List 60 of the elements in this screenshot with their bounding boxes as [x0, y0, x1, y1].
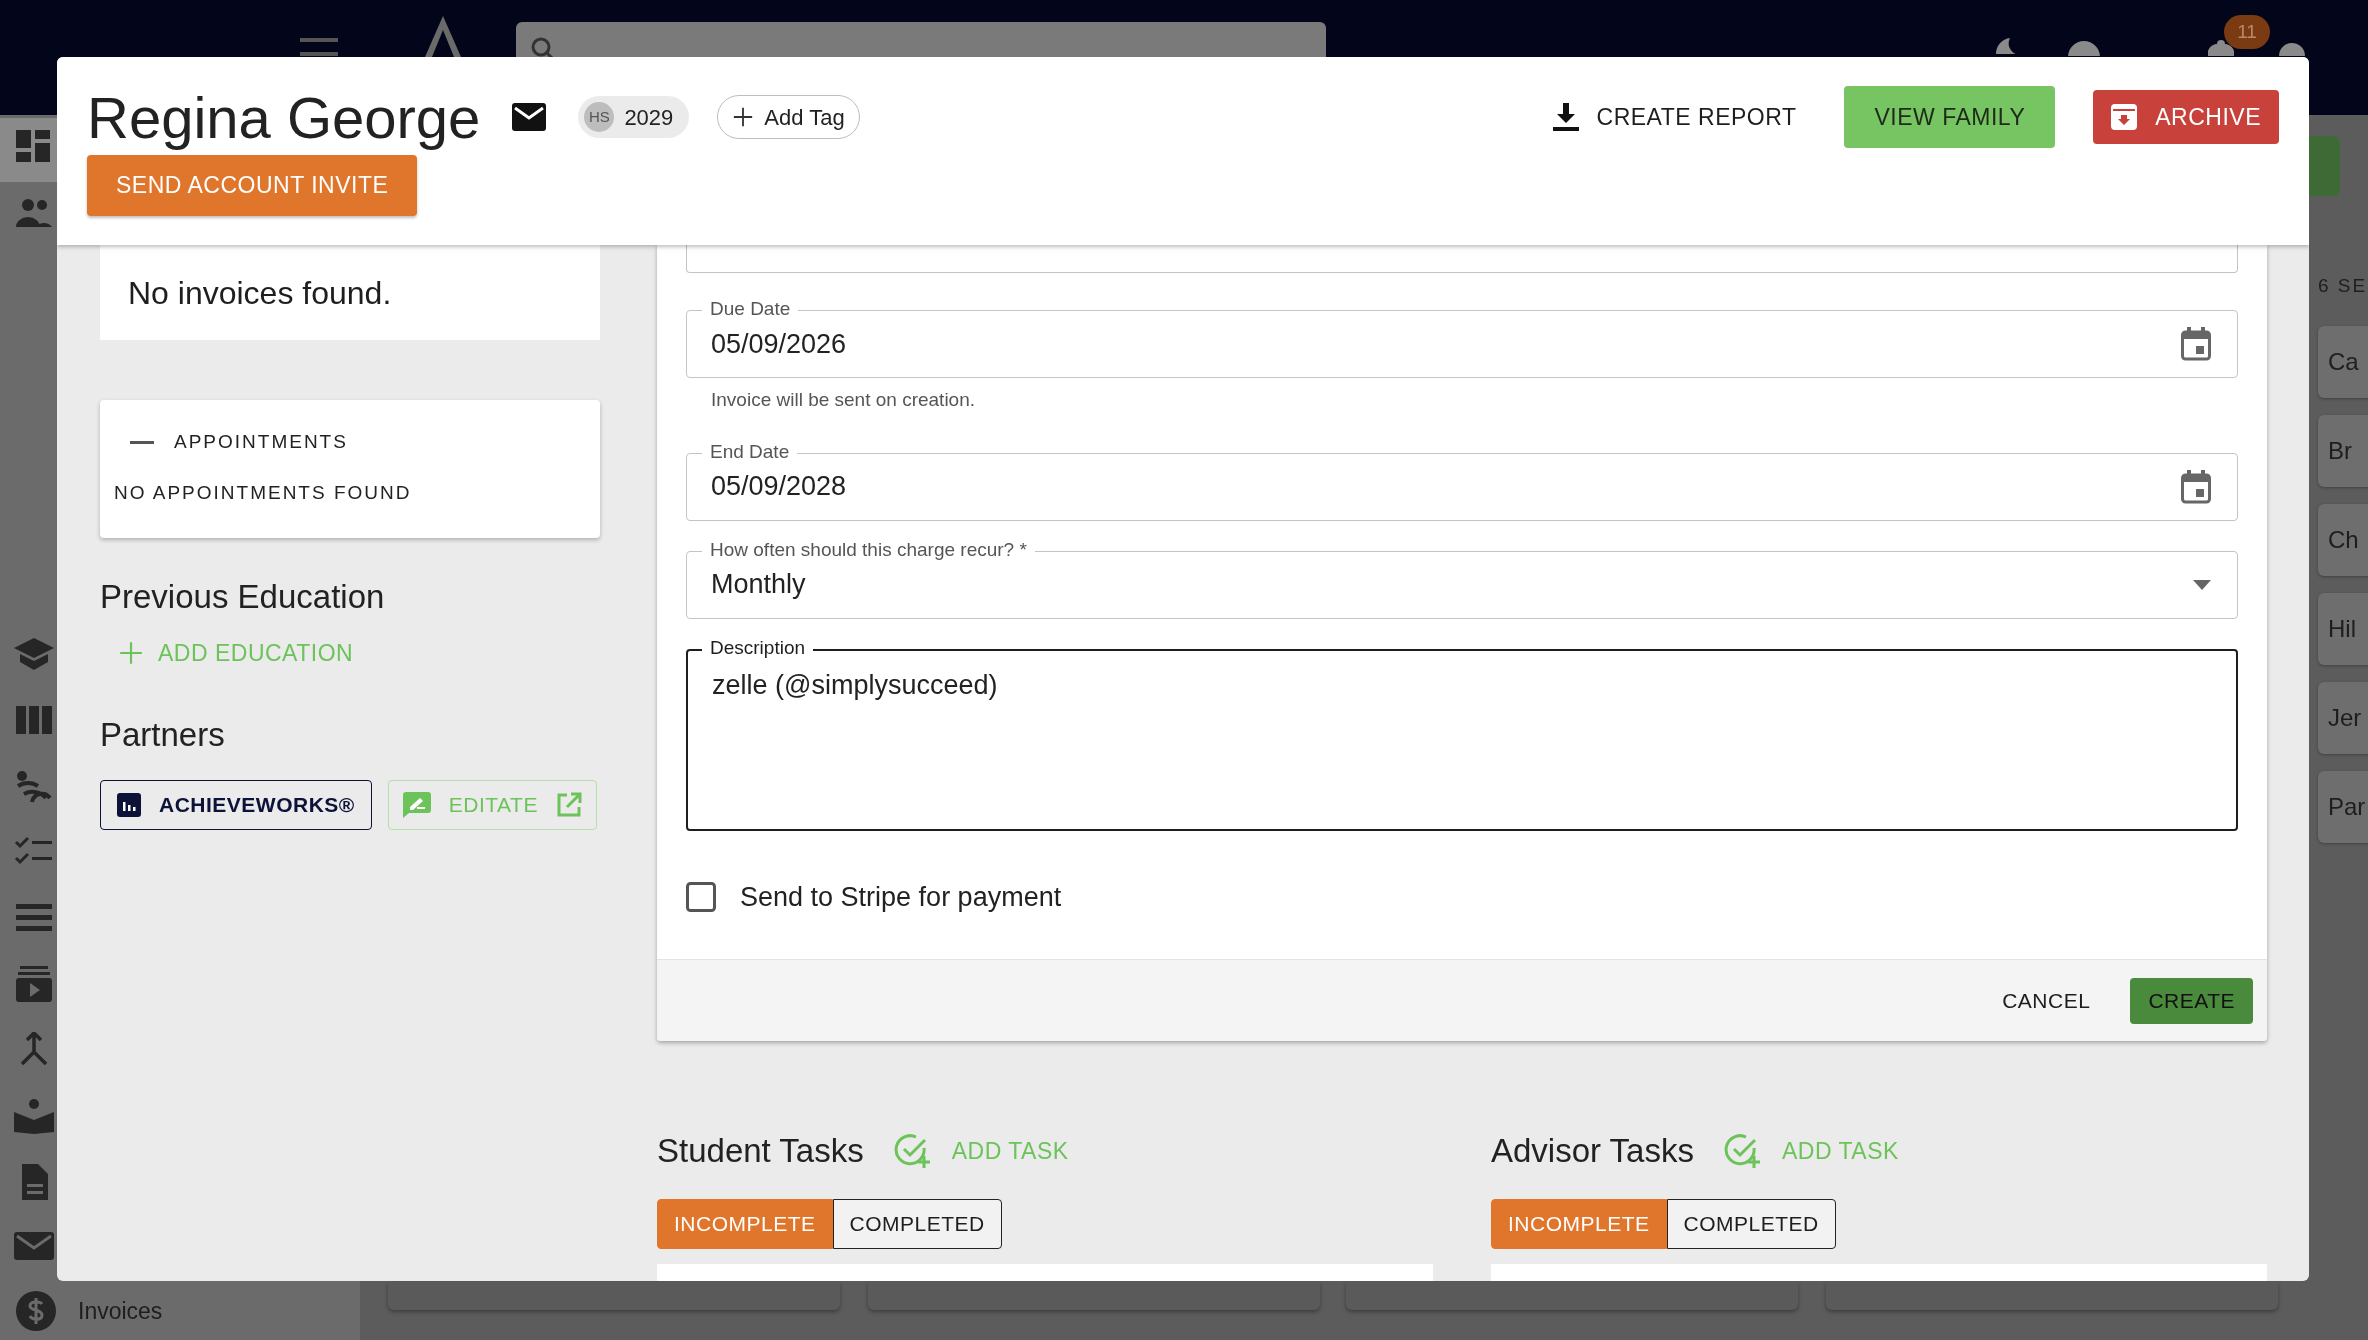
family-button[interactable]: VIEW FAMILY: [1844, 86, 2056, 148]
archive-icon: [2111, 104, 2138, 130]
plus-icon: [732, 106, 755, 128]
send-invite-button[interactable]: SEND ACCOUNT INVITE: [87, 155, 418, 216]
status-tab[interactable]: COMPLETED: [832, 1199, 1002, 1249]
empty-message: No invoices found.: [128, 273, 392, 313]
status-tab[interactable]: COMPLETED: [1666, 1199, 1836, 1249]
student-name: Regina George: [87, 83, 481, 152]
list-item[interactable]: Br: [2318, 415, 2368, 487]
list-item[interactable]: Ca: [2318, 326, 2368, 398]
cancel-button[interactable]: CANCEL: [1988, 978, 2105, 1023]
plus-icon: [118, 639, 144, 666]
empty-message: NO APPOINTMENTS FOUND: [114, 480, 413, 505]
logo-icon[interactable]: [425, 16, 461, 57]
field-value: Monthly: [711, 568, 807, 602]
amount-field[interactable]: [686, 245, 2238, 273]
checkbox-label: Send to Stripe for payment: [740, 880, 1062, 914]
helper-text: Invoice will be sent on creation.: [711, 388, 977, 412]
list-item[interactable]: Jer: [2318, 682, 2368, 754]
download-icon: [1552, 103, 1579, 131]
video-library-icon[interactable]: [14, 966, 54, 1002]
field-value: zelle (@simplysucceed): [712, 668, 999, 702]
section-heading: Advisor Tasks: [1491, 1131, 1694, 1172]
reader-icon[interactable]: [14, 1098, 54, 1134]
year-chip[interactable]: HS 2029: [578, 96, 690, 138]
add-task-icon[interactable]: [1723, 1132, 1762, 1170]
status-tab[interactable]: INCOMPLETE: [657, 1199, 833, 1249]
search-field[interactable]: [516, 22, 1326, 57]
partner-button[interactable]: ACHIEVEWORKS®: [100, 779, 372, 830]
section-heading: Partners: [100, 715, 226, 755]
avatar: HS: [584, 102, 615, 132]
dollar-icon: [16, 1291, 56, 1331]
external-link-icon: [555, 791, 582, 818]
calendar-icon[interactable]: [2181, 327, 2211, 361]
graduation-cap-icon[interactable]: [14, 636, 54, 672]
mail-icon[interactable]: [512, 103, 547, 131]
add-task-icon[interactable]: [893, 1132, 932, 1170]
section-title: APPOINTMENTS: [174, 430, 348, 454]
notification-bell-icon[interactable]: [2208, 40, 2234, 56]
section-heading: Student Tasks: [657, 1131, 864, 1172]
collapse-icon[interactable]: [130, 440, 154, 444]
report-button[interactable]: CREATE REPORT: [1542, 89, 1807, 145]
chip-label: 2029: [624, 103, 674, 132]
list-item[interactable]: Ch: [2318, 504, 2368, 576]
field-value: 05/09/2028: [711, 470, 848, 504]
sidebar-item[interactable]: Invoices: [0, 1290, 360, 1332]
archive-button[interactable]: ARCHIVE: [2093, 90, 2279, 144]
edit-comment-icon: [402, 791, 431, 818]
checkbox[interactable]: [686, 881, 716, 912]
calendar-icon[interactable]: [2181, 469, 2211, 504]
list-item[interactable]: Hil: [2318, 593, 2368, 665]
section-heading: 6 SE: [2318, 274, 2368, 298]
create-button[interactable]: CREATE: [2130, 977, 2253, 1024]
menu-icon[interactable]: [300, 38, 338, 57]
section-heading: Previous Education: [100, 577, 386, 617]
status-tab[interactable]: INCOMPLETE: [1491, 1199, 1667, 1249]
dropdown-caret-icon[interactable]: [2193, 579, 2211, 590]
field-value: 05/09/2026: [711, 327, 848, 361]
list-item[interactable]: Par: [2318, 771, 2368, 843]
bar-chart-icon: [117, 792, 141, 817]
